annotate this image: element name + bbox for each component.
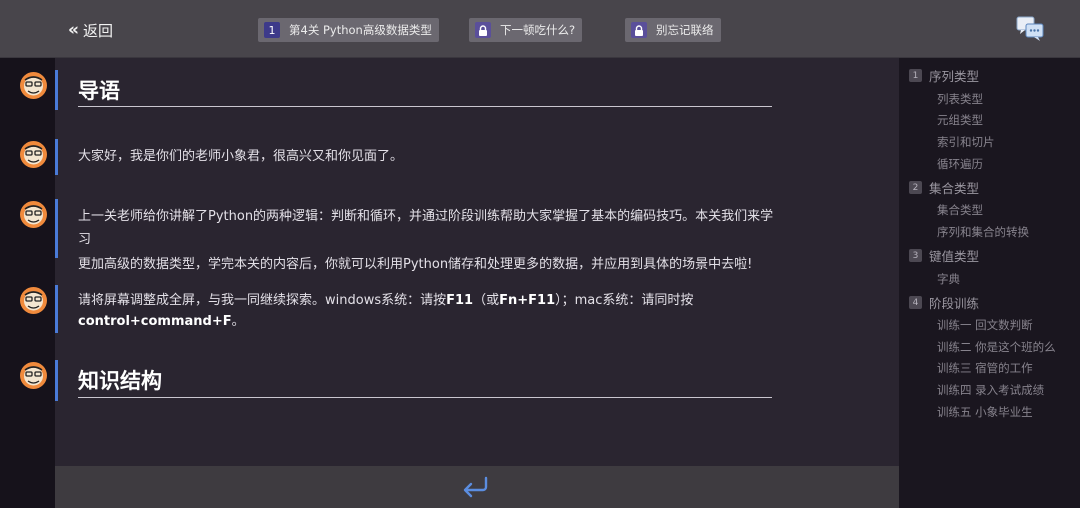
lock-icon (631, 22, 647, 38)
instruction-text: 请将屏幕调整成全屏，与我一同继续探索。windows系统：请按 (78, 293, 447, 308)
outline-item[interactable]: 元组类型 (937, 112, 983, 128)
level-chip[interactable]: 1 第4关 Python高级数据类型 (258, 18, 439, 42)
back-label: 返回 (83, 21, 114, 40)
outline-item[interactable]: 字典 (937, 271, 960, 287)
section-label: 键值类型 (929, 249, 980, 264)
next-meal-chip-label: 下一顿吃什么? (500, 23, 576, 37)
top-bar: ‹‹ 返回 1 第4关 Python高级数据类型 下一顿吃什么? 别忘记联络 (0, 0, 1080, 58)
key-f11: F11 (446, 293, 474, 308)
heading-divider (78, 397, 772, 398)
instruction-text: ）；mac系统：请同时按 (555, 293, 694, 308)
level-chip-label: 第4关 Python高级数据类型 (289, 23, 432, 37)
outline-item[interactable]: 训练一 回文数判断 (937, 317, 1033, 333)
teacher-avatar-icon (19, 361, 48, 390)
key-control-command-f: control+command+F (78, 314, 232, 329)
outline-item[interactable]: 列表类型 (937, 91, 983, 107)
section-label: 阶段训练 (929, 296, 980, 311)
section-number-badge: 2 (909, 181, 922, 194)
chat-bubble-icon[interactable] (1015, 15, 1045, 43)
outline-item[interactable]: 循环遍历 (937, 156, 983, 172)
outline-item[interactable]: 索引和切片 (937, 134, 995, 150)
outline-item[interactable]: 训练二 你是这个班的么 (937, 339, 1056, 355)
heading-divider (78, 106, 772, 107)
section-stage-training[interactable]: 4 阶段训练 (909, 293, 979, 312)
lock-icon (475, 22, 491, 38)
structure-heading: 知识结构 (78, 369, 162, 393)
instruction-text: （或 (473, 293, 500, 308)
teacher-avatar-icon (19, 140, 48, 169)
avatar-strip (0, 58, 55, 508)
teacher-avatar-icon (19, 71, 48, 100)
section-number-badge: 3 (909, 249, 922, 262)
greeting-text: 大家好，我是你们的老师小象君，很高兴又和你见面了。 (78, 149, 404, 164)
message-accent-bar (55, 360, 58, 401)
fullscreen-instruction: 请将屏幕调整成全屏，与我一同继续探索。windows系统：请按F11（或Fn+F… (78, 289, 778, 333)
intro-heading: 导语 (78, 79, 120, 103)
bottom-bar (55, 466, 899, 508)
key-fn-f11: Fn+F11 (499, 293, 556, 308)
contact-chip[interactable]: 别忘记联络 (625, 18, 721, 42)
outline-item[interactable]: 集合类型 (937, 202, 983, 218)
section-number-badge: 1 (909, 69, 922, 82)
outline-item[interactable]: 训练三 宿管的工作 (937, 360, 1033, 376)
outline-item[interactable]: 训练四 录入考试成绩 (937, 382, 1044, 398)
section-set-types[interactable]: 2 集合类型 (909, 178, 979, 197)
lesson-intro-paragraph: 上一关老师给你讲解了Python的两种逻辑：判断和循环，并通过阶段训练帮助大家掌… (78, 205, 778, 276)
message-accent-bar (55, 70, 58, 110)
message-accent-bar (55, 139, 58, 175)
section-label: 序列类型 (929, 69, 980, 84)
outline-sidebar (899, 58, 1080, 508)
level-number-badge: 1 (264, 22, 280, 38)
section-sequence-types[interactable]: 1 序列类型 (909, 66, 979, 85)
lesson-intro-line: 更加高级的数据类型，学完本关的内容后，你就可以利用Python储存和处理更多的数… (78, 257, 753, 272)
outline-item[interactable]: 训练五 小象毕业生 (937, 404, 1033, 420)
back-button[interactable]: ‹‹ 返回 (68, 19, 113, 41)
double-chevron-left-icon: ‹‹ (68, 20, 79, 40)
message-accent-bar (55, 285, 58, 333)
section-key-value-types[interactable]: 3 键值类型 (909, 246, 979, 265)
contact-chip-label: 别忘记联络 (656, 23, 714, 37)
section-label: 集合类型 (929, 181, 980, 196)
next-meal-chip[interactable]: 下一顿吃什么? (469, 18, 583, 42)
message-accent-bar (55, 199, 58, 258)
teacher-avatar-icon (19, 200, 48, 229)
teacher-avatar-icon (19, 286, 48, 315)
outline-item[interactable]: 序列和集合的转换 (937, 224, 1029, 240)
lesson-intro-line: 上一关老师给你讲解了Python的两种逻辑：判断和循环，并通过阶段训练帮助大家掌… (78, 209, 774, 247)
return-arrow-icon[interactable] (460, 475, 492, 499)
instruction-text: 。 (231, 314, 245, 329)
section-number-badge: 4 (909, 296, 922, 309)
